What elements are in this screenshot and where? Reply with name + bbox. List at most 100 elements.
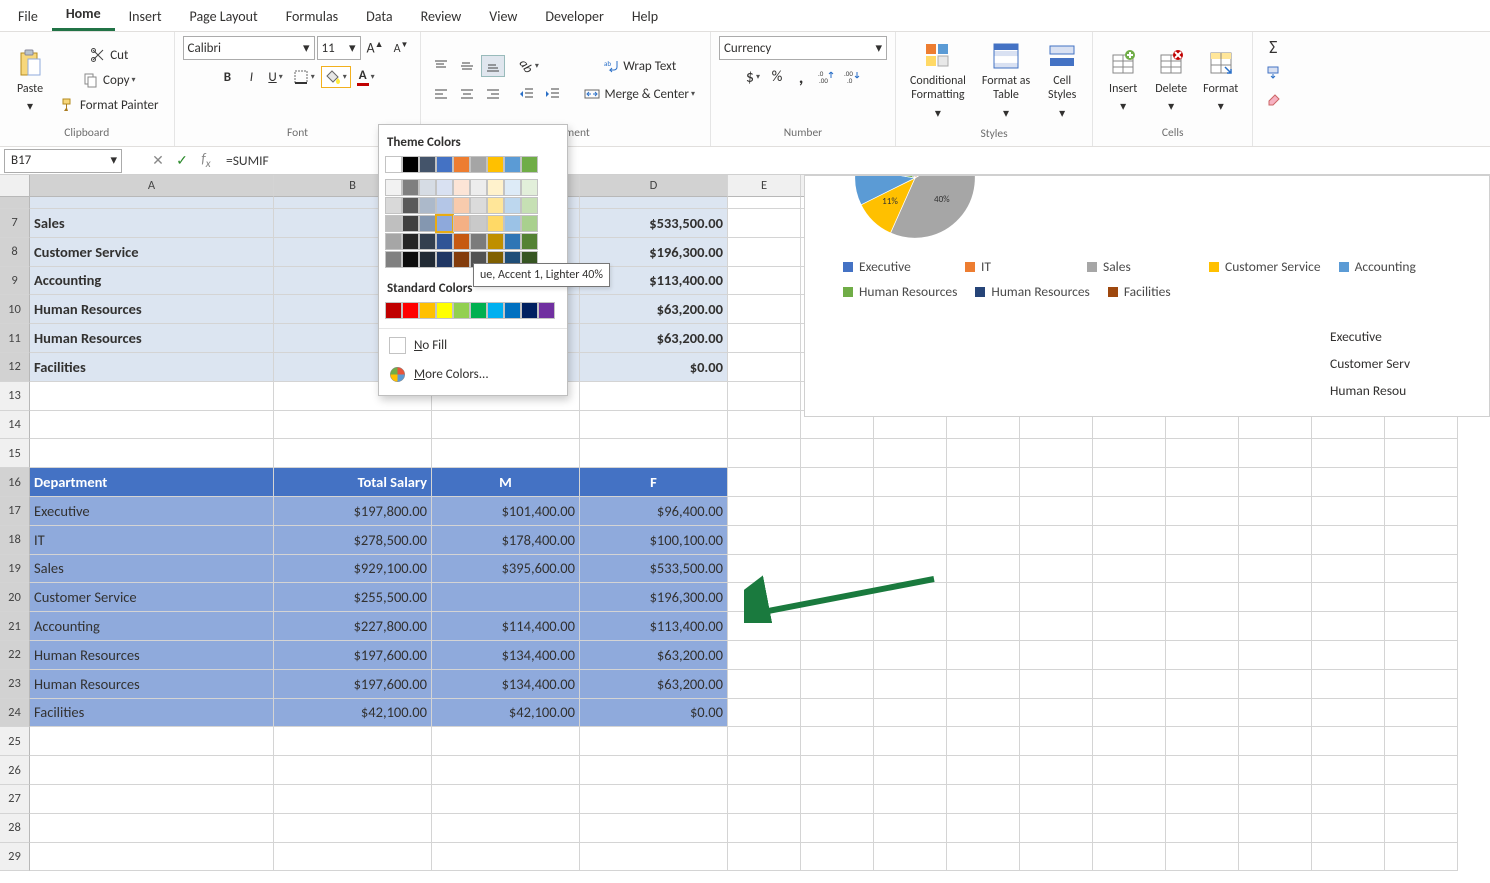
cell[interactable] bbox=[1385, 468, 1458, 497]
cell[interactable] bbox=[1385, 555, 1458, 584]
color-swatch[interactable] bbox=[419, 197, 436, 214]
color-swatch[interactable] bbox=[436, 302, 453, 319]
cell[interactable] bbox=[874, 785, 947, 814]
cell[interactable] bbox=[1020, 699, 1093, 728]
cell[interactable] bbox=[801, 699, 874, 728]
cell[interactable] bbox=[30, 411, 274, 440]
increase-font-button[interactable]: A▲ bbox=[363, 37, 388, 59]
align-right-button[interactable] bbox=[481, 83, 505, 105]
cell[interactable] bbox=[874, 843, 947, 872]
tab-formulas[interactable]: Formulas bbox=[272, 1, 352, 31]
cut-button[interactable]: Cut bbox=[56, 44, 166, 66]
cell[interactable] bbox=[728, 468, 801, 497]
color-swatch[interactable] bbox=[385, 302, 402, 319]
cell[interactable] bbox=[874, 583, 947, 612]
cell[interactable] bbox=[1093, 670, 1166, 699]
cell[interactable] bbox=[1239, 727, 1312, 756]
cell[interactable] bbox=[947, 526, 1020, 555]
cell[interactable] bbox=[1312, 785, 1385, 814]
color-swatch[interactable] bbox=[402, 156, 419, 173]
cell[interactable] bbox=[728, 238, 801, 267]
tab-home[interactable]: Home bbox=[52, 0, 115, 31]
row-header[interactable]: 12 bbox=[0, 353, 30, 382]
cell[interactable] bbox=[947, 439, 1020, 468]
cell[interactable] bbox=[1312, 756, 1385, 785]
row-header[interactable]: 22 bbox=[0, 641, 30, 670]
cell[interactable] bbox=[1093, 468, 1166, 497]
color-swatch[interactable] bbox=[436, 156, 453, 173]
color-swatch[interactable] bbox=[453, 197, 470, 214]
cell[interactable] bbox=[1020, 612, 1093, 641]
cell[interactable] bbox=[874, 497, 947, 526]
cell[interactable] bbox=[1239, 583, 1312, 612]
row-header[interactable]: 26 bbox=[0, 756, 30, 785]
cell[interactable] bbox=[1020, 641, 1093, 670]
color-swatch[interactable] bbox=[402, 302, 419, 319]
increase-decimal-button[interactable]: .0.00 bbox=[814, 66, 838, 88]
align-center-button[interactable] bbox=[455, 83, 479, 105]
cell[interactable] bbox=[1312, 555, 1385, 584]
color-swatch[interactable] bbox=[504, 156, 521, 173]
cell[interactable] bbox=[801, 497, 874, 526]
color-swatch[interactable] bbox=[521, 233, 538, 250]
conditional-formatting-button[interactable]: Conditional Formatting▾ bbox=[904, 36, 972, 125]
color-swatch[interactable] bbox=[453, 233, 470, 250]
cell[interactable] bbox=[728, 526, 801, 555]
color-swatch[interactable] bbox=[385, 251, 402, 268]
cell[interactable] bbox=[432, 727, 580, 756]
cell[interactable]: $0.00 bbox=[580, 353, 728, 382]
cell[interactable]: Accounting bbox=[30, 267, 274, 296]
cell[interactable] bbox=[874, 439, 947, 468]
cell[interactable] bbox=[1312, 612, 1385, 641]
cell[interactable] bbox=[580, 785, 728, 814]
tab-page-layout[interactable]: Page Layout bbox=[176, 1, 272, 31]
color-swatch[interactable] bbox=[436, 197, 453, 214]
cell[interactable] bbox=[801, 555, 874, 584]
cell[interactable]: IT bbox=[30, 526, 274, 555]
align-bottom-button[interactable] bbox=[481, 55, 505, 77]
spreadsheet-grid[interactable]: A B C D E F G H I J K L M 7 Sales $92 $5… bbox=[0, 175, 1490, 871]
autosum-button[interactable]: Σ bbox=[1262, 36, 1284, 58]
row-header[interactable]: 20 bbox=[0, 583, 30, 612]
cell[interactable] bbox=[432, 756, 580, 785]
cell[interactable] bbox=[947, 699, 1020, 728]
cell[interactable] bbox=[728, 756, 801, 785]
cell[interactable] bbox=[274, 439, 432, 468]
color-swatch[interactable] bbox=[470, 197, 487, 214]
row-header[interactable]: 27 bbox=[0, 785, 30, 814]
cell[interactable] bbox=[1093, 555, 1166, 584]
fill-button[interactable] bbox=[1261, 62, 1285, 84]
cell[interactable] bbox=[947, 670, 1020, 699]
row-header[interactable]: 7 bbox=[0, 209, 30, 238]
cell[interactable] bbox=[1093, 785, 1166, 814]
cell[interactable] bbox=[1166, 699, 1239, 728]
cell[interactable] bbox=[1312, 497, 1385, 526]
row-header[interactable]: 19 bbox=[0, 555, 30, 584]
align-middle-button[interactable] bbox=[455, 55, 479, 77]
cell[interactable] bbox=[801, 583, 874, 612]
cell[interactable] bbox=[1020, 468, 1093, 497]
cell[interactable] bbox=[728, 324, 801, 353]
cell[interactable] bbox=[580, 843, 728, 872]
color-swatch[interactable] bbox=[385, 215, 402, 232]
color-swatch[interactable] bbox=[487, 302, 504, 319]
cell[interactable]: $134,400.00 bbox=[432, 670, 580, 699]
tab-view[interactable]: View bbox=[475, 1, 531, 31]
color-swatch[interactable] bbox=[402, 215, 419, 232]
cell[interactable]: $114,400.00 bbox=[432, 612, 580, 641]
cell[interactable] bbox=[1312, 468, 1385, 497]
cell[interactable] bbox=[30, 727, 274, 756]
cell[interactable] bbox=[947, 468, 1020, 497]
color-swatch[interactable] bbox=[487, 179, 504, 196]
cell[interactable] bbox=[1239, 756, 1312, 785]
cell[interactable] bbox=[1239, 526, 1312, 555]
cell[interactable] bbox=[1312, 526, 1385, 555]
wrap-text-button[interactable]: ab Wrap Text bbox=[577, 55, 702, 77]
insert-function-button[interactable]: fx bbox=[194, 149, 218, 173]
cell[interactable]: $101,400.00 bbox=[432, 497, 580, 526]
percent-format-button[interactable]: % bbox=[766, 66, 788, 88]
cell[interactable]: $113,400.00 bbox=[580, 612, 728, 641]
tab-data[interactable]: Data bbox=[352, 1, 406, 31]
cell[interactable] bbox=[801, 612, 874, 641]
cell[interactable] bbox=[1093, 843, 1166, 872]
